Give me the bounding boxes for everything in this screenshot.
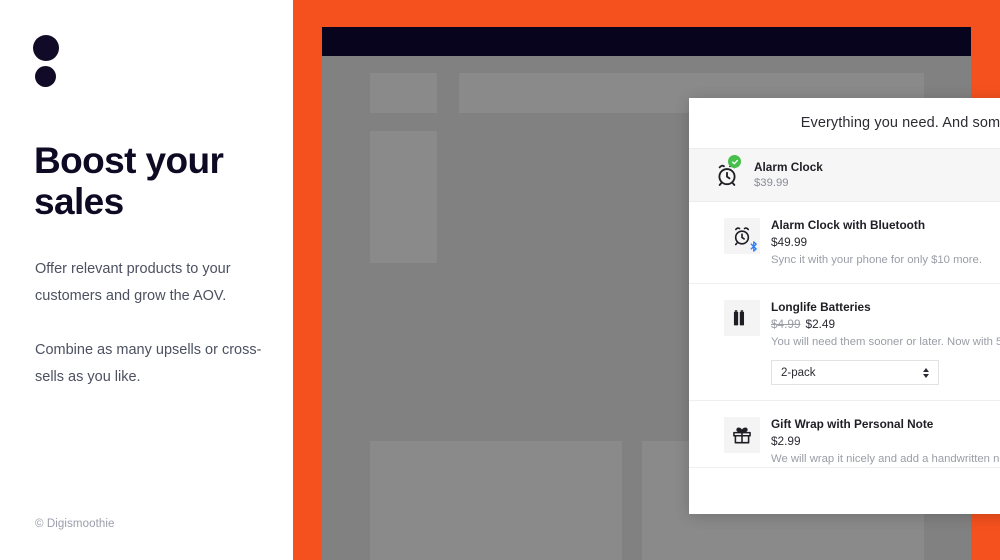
offer-row: Longlife Batteries $4.99 $2.49 You will n… bbox=[689, 284, 1000, 401]
modal-footer: CONTINUE › bbox=[689, 467, 1000, 514]
alarm-clock-bluetooth-icon bbox=[724, 218, 760, 254]
offer-row: Gift Wrap with Personal Note $2.99 We wi… bbox=[689, 401, 1000, 467]
offer-price: $49.99 bbox=[771, 235, 808, 249]
main-product-row: Alarm Clock $39.99 bbox=[689, 148, 1000, 202]
digismoothie-logo bbox=[33, 35, 67, 91]
offer-description: Sync it with your phone for only $10 mor… bbox=[771, 254, 982, 266]
logo-dot-large bbox=[33, 35, 59, 61]
background-placeholder-block bbox=[370, 73, 437, 113]
marketing-paragraph-1: Offer relevant products to your customer… bbox=[35, 261, 231, 304]
main-product-name: Alarm Clock bbox=[754, 159, 823, 174]
screenshot-stage: Boost your sales Offer relevant products… bbox=[0, 0, 1000, 560]
chevron-updown-icon bbox=[923, 367, 929, 378]
offer-name: Longlife Batteries bbox=[771, 300, 871, 314]
offer-old-price: $4.99 bbox=[771, 317, 801, 331]
logo-dot-small bbox=[35, 66, 56, 87]
orange-frame: Everything you need. And something extra… bbox=[293, 0, 1000, 560]
variant-select[interactable]: 2-pack bbox=[771, 360, 939, 385]
offer-price: $4.99 $2.49 bbox=[771, 316, 1000, 332]
check-circle-icon bbox=[728, 155, 741, 168]
modal-title: Everything you need. And something extra… bbox=[800, 115, 1000, 131]
offer-row: Alarm Clock with Bluetooth $49.99 Sync i… bbox=[689, 202, 1000, 284]
main-product-info: Alarm Clock $39.99 bbox=[754, 160, 823, 191]
store-header-bar bbox=[322, 27, 971, 56]
background-placeholder-block bbox=[370, 131, 437, 263]
offer-price: $2.99 bbox=[771, 434, 801, 448]
offer-sale-price: $2.49 bbox=[805, 317, 836, 331]
left-marketing-panel: Boost your sales Offer relevant products… bbox=[0, 0, 293, 560]
background-placeholder-block bbox=[370, 441, 622, 560]
marketing-paragraph-2: Combine as many upsells or cross-sells a… bbox=[35, 342, 262, 385]
batteries-icon bbox=[724, 300, 760, 336]
gift-icon bbox=[724, 417, 760, 453]
offer-description: We will wrap it nicely and add a handwri… bbox=[771, 453, 1000, 465]
upsell-modal: Everything you need. And something extra… bbox=[689, 98, 1000, 514]
offer-details: Longlife Batteries $4.99 $2.49 You will n… bbox=[771, 299, 1000, 385]
modal-body: Alarm Clock $39.99 Alarm Clock with Blue… bbox=[689, 148, 1000, 467]
offer-details: Gift Wrap with Personal Note $2.99 We wi… bbox=[771, 416, 1000, 467]
modal-header: Everything you need. And something extra… bbox=[689, 98, 1000, 148]
alarm-clock-icon bbox=[710, 155, 744, 192]
offer-description: You will need them sooner or later. Now … bbox=[771, 336, 1000, 348]
page-title: Boost your sales bbox=[34, 140, 224, 222]
variant-select-value: 2-pack bbox=[781, 366, 816, 379]
copyright-text: © Digismoothie bbox=[35, 518, 115, 530]
marketing-copy: Offer relevant products to your customer… bbox=[35, 256, 263, 391]
main-product-price: $39.99 bbox=[754, 176, 789, 189]
offer-name: Alarm Clock with Bluetooth bbox=[771, 218, 926, 232]
offer-name: Gift Wrap with Personal Note bbox=[771, 417, 934, 431]
offer-details: Alarm Clock with Bluetooth $49.99 Sync i… bbox=[771, 217, 1000, 268]
